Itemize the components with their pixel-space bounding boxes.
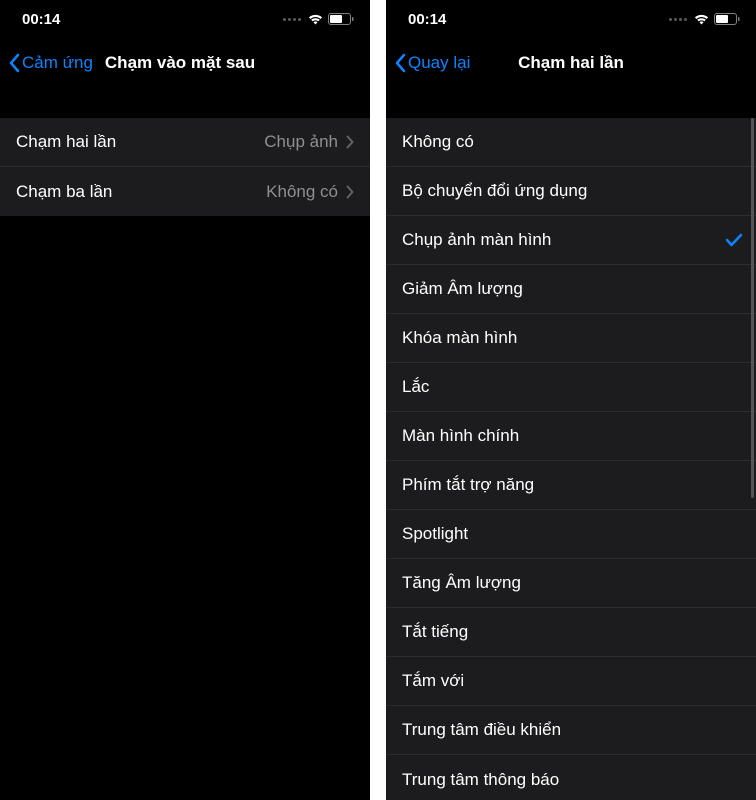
option-row[interactable]: Tăng Âm lượng bbox=[386, 559, 756, 608]
option-row[interactable]: Màn hình chính bbox=[386, 412, 756, 461]
option-label: Trung tâm điều khiển bbox=[402, 720, 561, 740]
back-button[interactable]: Quay lại bbox=[394, 53, 470, 73]
cellular-dots bbox=[283, 18, 301, 21]
back-label: Cảm ứng bbox=[22, 53, 93, 73]
scroll-indicator[interactable] bbox=[751, 118, 754, 498]
option-label: Khóa màn hình bbox=[402, 328, 517, 348]
option-row[interactable]: Không có bbox=[386, 118, 756, 167]
option-row[interactable]: Bộ chuyển đổi ứng dụng bbox=[386, 167, 756, 216]
option-label: Lắc bbox=[402, 377, 429, 397]
triple-tap-row[interactable]: Chạm ba lần Không có bbox=[0, 167, 370, 216]
battery-icon bbox=[714, 13, 740, 25]
option-label: Phím tắt trợ năng bbox=[402, 475, 534, 495]
option-label: Spotlight bbox=[402, 524, 468, 544]
option-row[interactable]: Tắt tiếng bbox=[386, 608, 756, 657]
wifi-icon bbox=[307, 13, 324, 25]
option-row[interactable]: Chụp ảnh màn hình bbox=[386, 216, 756, 265]
checkmark-icon bbox=[725, 233, 743, 247]
chevron-left-icon bbox=[8, 53, 20, 73]
double-tap-row[interactable]: Chạm hai lần Chụp ảnh bbox=[0, 118, 370, 167]
status-right bbox=[283, 13, 354, 25]
option-row[interactable]: Spotlight bbox=[386, 510, 756, 559]
option-row[interactable]: Khóa màn hình bbox=[386, 314, 756, 363]
option-label: Tăng Âm lượng bbox=[402, 573, 521, 593]
content-area[interactable]: Không có Bộ chuyển đổi ứng dụng Chụp ảnh m… bbox=[386, 88, 756, 800]
checkmark-slot bbox=[724, 233, 744, 247]
cell-value: Không có bbox=[266, 182, 338, 202]
nav-bar: Quay lại Chạm hai lần bbox=[386, 38, 756, 88]
back-tap-settings-group: Chạm hai lần Chụp ảnh Chạm ba lần Không … bbox=[0, 118, 370, 216]
page-title: Chạm vào mặt sau bbox=[105, 53, 255, 73]
option-label: Giảm Âm lượng bbox=[402, 279, 523, 299]
option-row[interactable]: Giảm Âm lượng bbox=[386, 265, 756, 314]
status-right bbox=[669, 13, 740, 25]
chevron-right-icon bbox=[346, 135, 354, 149]
option-row[interactable]: Tắm với bbox=[386, 657, 756, 706]
option-row[interactable]: Trung tâm thông báo bbox=[386, 755, 756, 800]
option-label: Không có bbox=[402, 132, 474, 152]
phone-screen-right: 00:14 Quay lại Chạm hai lần Không có Bộ c… bbox=[386, 0, 756, 800]
phone-screen-left: 00:14 Cảm ứng Chạm vào mặt sau Chạm hai … bbox=[0, 0, 370, 800]
option-row[interactable]: Trung tâm điều khiển bbox=[386, 706, 756, 755]
status-bar: 00:14 bbox=[386, 0, 756, 38]
cell-label: Chạm ba lần bbox=[16, 182, 112, 202]
double-tap-options-group: Không có Bộ chuyển đổi ứng dụng Chụp ảnh m… bbox=[386, 118, 756, 800]
status-time: 00:14 bbox=[408, 11, 446, 28]
chevron-right-icon bbox=[346, 185, 354, 199]
option-row[interactable]: Phím tắt trợ năng bbox=[386, 461, 756, 510]
battery-icon bbox=[328, 13, 354, 25]
cell-label: Chạm hai lần bbox=[16, 132, 116, 152]
option-label: Tắt tiếng bbox=[402, 622, 468, 642]
option-label: Bộ chuyển đổi ứng dụng bbox=[402, 181, 587, 201]
status-time: 00:14 bbox=[22, 11, 60, 28]
option-label: Tắm với bbox=[402, 671, 464, 691]
nav-bar: Cảm ứng Chạm vào mặt sau bbox=[0, 38, 370, 88]
wifi-icon bbox=[693, 13, 710, 25]
option-label: Màn hình chính bbox=[402, 426, 519, 446]
cell-value: Chụp ảnh bbox=[264, 132, 338, 152]
option-label: Chụp ảnh màn hình bbox=[402, 230, 551, 250]
status-bar: 00:14 bbox=[0, 0, 370, 38]
page-title: Chạm hai lần bbox=[518, 53, 624, 73]
back-button[interactable]: Cảm ứng bbox=[8, 53, 93, 73]
option-row[interactable]: Lắc bbox=[386, 363, 756, 412]
option-label: Trung tâm thông báo bbox=[402, 770, 559, 790]
cellular-dots bbox=[669, 18, 687, 21]
back-label: Quay lại bbox=[408, 53, 470, 73]
content-area: Chạm hai lần Chụp ảnh Chạm ba lần Không … bbox=[0, 88, 370, 800]
chevron-left-icon bbox=[394, 53, 406, 73]
